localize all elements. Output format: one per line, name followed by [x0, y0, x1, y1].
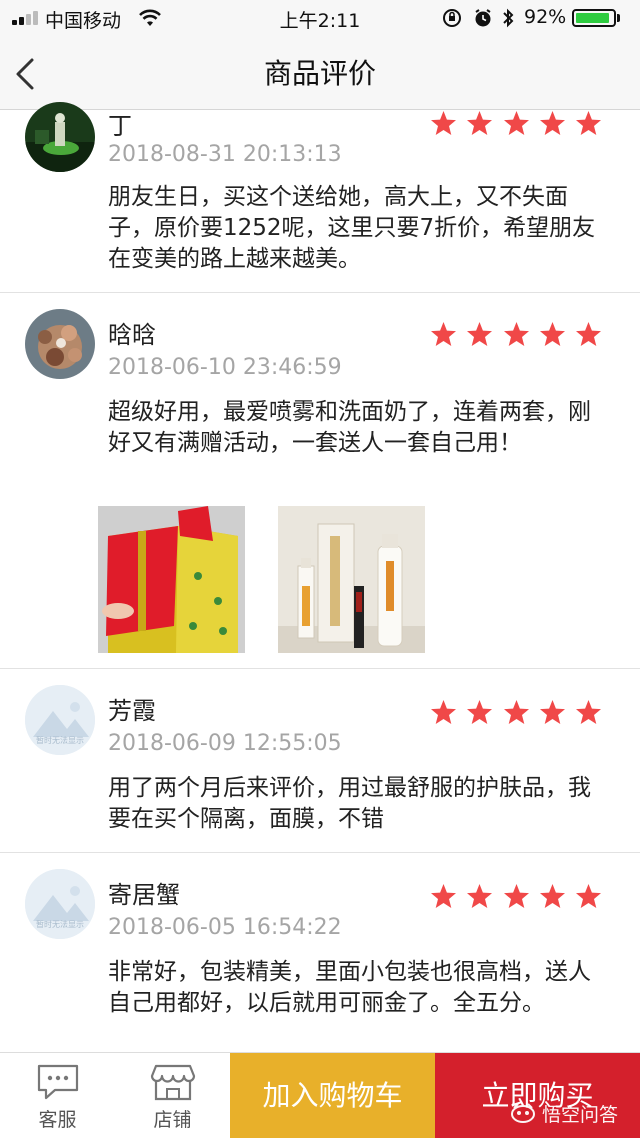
- battery-icon: [572, 9, 616, 27]
- review-item: 晗晗 2018-06-10 23:46:59 超级好用，最爱喷雾和洗面奶了，连着…: [0, 293, 640, 669]
- customer-service-button[interactable]: 客服: [0, 1053, 115, 1138]
- star-icon: [467, 111, 493, 135]
- avatar-placeholder-text: 暂时无法显示: [36, 736, 84, 745]
- star-icon: [503, 111, 529, 135]
- avatar-placeholder: 暂时无法显示: [25, 869, 95, 939]
- bluetooth-icon: [503, 8, 514, 28]
- watermark-text: 悟空问答: [542, 1103, 619, 1126]
- chat-icon: [37, 1064, 79, 1100]
- shop-label: 店铺: [153, 1109, 192, 1131]
- star-icon: [431, 700, 456, 724]
- avatar: [25, 309, 95, 379]
- status-icons: [443, 8, 514, 28]
- star-icon: [576, 884, 601, 908]
- avatar-placeholder-text: 暂时无法显示: [36, 920, 84, 929]
- review-date: 2018-06-09 12:55:05: [108, 731, 342, 756]
- star-icon: [503, 884, 529, 908]
- rating-stars: [430, 110, 602, 138]
- star-icon: [503, 322, 529, 346]
- alarm-icon: [475, 9, 491, 27]
- review-item: 暂时无法显示 寄居蟹 2018-06-05 16:54:22 非常好，包装精美，…: [0, 853, 640, 1052]
- status-bar: 中国移动 上午2:11 92%: [0, 0, 640, 36]
- star-icon: [539, 700, 565, 724]
- shop-icon: [150, 1064, 196, 1101]
- customer-service-label: 客服: [38, 1109, 77, 1131]
- review-item: 丁 2018-08-31 20:13:13 朋友生日，买这个送给她，高大上，又不…: [0, 102, 640, 293]
- star-icon: [431, 111, 456, 135]
- battery-percent: 92%: [524, 6, 567, 28]
- review-item: 暂时无法显示 芳霞 2018-06-09 12:55:05 用了两个月后来评价，…: [0, 669, 640, 853]
- review-username: 晗晗: [108, 321, 156, 349]
- star-icon: [467, 700, 493, 724]
- battery-fill: [576, 13, 610, 23]
- star-icon: [576, 111, 601, 135]
- review-date: 2018-06-10 23:46:59: [108, 355, 342, 380]
- star-icon: [431, 884, 456, 908]
- shop-button[interactable]: 店铺: [115, 1053, 230, 1138]
- star-icon: [576, 322, 601, 346]
- page-title: 商品评价: [263, 57, 376, 90]
- review-content: 非常好，包装精美，里面小包装也很高档，送人自己用都好，以后就用可丽金了。全五分。: [108, 959, 591, 1016]
- star-icon: [503, 700, 529, 724]
- battery-cap: [617, 14, 620, 22]
- add-to-cart-button[interactable]: 加入购物车: [230, 1053, 435, 1138]
- star-icon: [467, 884, 493, 908]
- star-icon: [467, 322, 493, 346]
- rotation-lock-icon: [443, 9, 461, 27]
- review-content: 超级好用，最爱喷雾和洗面奶了，连着两套，刚好又有满赠活动，一套送人一套自己用！: [108, 399, 591, 456]
- wukong-logo-icon: [511, 1103, 535, 1123]
- rating-stars: [430, 883, 602, 911]
- review-content: 朋友生日，买这个送给她，高大上，又不失面子，原价要1252呢，这里只要7折价，希…: [108, 184, 596, 272]
- star-icon: [539, 884, 565, 908]
- watermark: 悟空问答: [510, 1098, 618, 1128]
- star-icon: [539, 111, 565, 135]
- review-username: 芳霞: [108, 697, 156, 725]
- rating-stars: [430, 699, 602, 727]
- nav-bar: 商品评价: [0, 36, 640, 110]
- star-icon: [576, 700, 601, 724]
- review-date: 2018-06-05 16:54:22: [108, 915, 342, 940]
- avatar-placeholder: 暂时无法显示: [25, 685, 95, 755]
- review-date: 2018-08-31 20:13:13: [108, 142, 342, 167]
- review-content: 用了两个月后来评价，用过最舒服的护肤品，我要在买个隔离，面膜，不错: [108, 775, 591, 832]
- review-username: 丁: [108, 112, 132, 140]
- rating-stars: [430, 321, 602, 349]
- review-username: 寄居蟹: [108, 881, 180, 909]
- star-icon: [539, 322, 565, 346]
- review-photo[interactable]: [98, 506, 245, 653]
- star-icon: [431, 322, 456, 346]
- avatar: [25, 102, 95, 172]
- review-photo[interactable]: [278, 506, 425, 653]
